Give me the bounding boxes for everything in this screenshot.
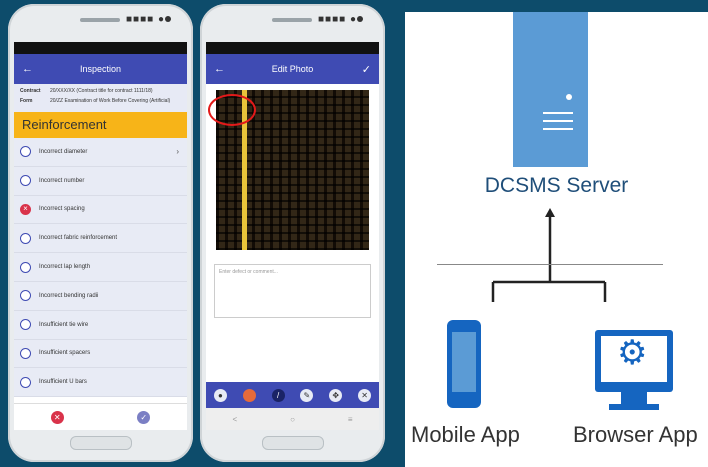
checklist-item[interactable]: Insufficient U bars xyxy=(14,368,187,398)
radio-icon[interactable] xyxy=(20,232,31,244)
checklist-item[interactable]: Insufficient tie wire xyxy=(14,310,187,340)
android-nav-bar: < ○ ≡ xyxy=(206,408,379,430)
home-button[interactable] xyxy=(70,436,132,450)
checklist-item-label: Insufficient U bars xyxy=(39,379,87,386)
info-key: Contract xyxy=(20,88,41,94)
divider-line xyxy=(437,264,663,265)
radio-icon[interactable] xyxy=(20,347,31,359)
back-arrow-icon[interactable]: ← xyxy=(22,63,33,75)
phone-inspection: ■■■■ ●● ← Inspection Contract 20/XXX/XX … xyxy=(8,4,193,462)
radio-icon[interactable] xyxy=(20,175,31,187)
connector-lines xyxy=(491,208,607,302)
radio-icon[interactable] xyxy=(20,290,31,302)
tool-close-icon[interactable]: ✕ xyxy=(358,388,372,402)
annotation-circle xyxy=(208,94,256,126)
checklist-item[interactable]: Incorrect diameter › xyxy=(14,138,187,167)
status-bar xyxy=(14,42,187,54)
home-nav-icon[interactable]: ○ xyxy=(290,415,295,424)
site-photo[interactable] xyxy=(208,90,369,250)
checklist-item-label: Incorrect number xyxy=(39,177,85,184)
tool-line-icon[interactable]: / xyxy=(271,388,285,402)
radio-icon[interactable] xyxy=(20,261,31,273)
home-button[interactable] xyxy=(262,436,324,450)
checklist-item[interactable]: Incorrect bending radii xyxy=(14,281,187,311)
info-value: 20/ZZ Examination of Work Before Coverin… xyxy=(50,98,171,104)
check-icon[interactable]: ✓ xyxy=(362,63,371,76)
checklist-item-label: Insufficient tie wire xyxy=(39,321,89,328)
back-nav-icon[interactable]: < xyxy=(232,415,237,424)
browser-monitor-icon: ⚙ xyxy=(595,330,673,392)
browser-app-label: Browser App xyxy=(573,422,698,447)
tool-dot-icon[interactable]: ● xyxy=(213,388,227,402)
checklist-item-label: Incorrect diameter xyxy=(39,148,88,155)
radio-icon[interactable] xyxy=(20,146,31,158)
app-bar: ← Inspection xyxy=(14,54,187,84)
fail-x-icon[interactable]: × xyxy=(20,203,31,215)
checklist: Incorrect diameter › Incorrect number × Inco… xyxy=(14,138,187,398)
checklist-item[interactable]: Incorrect number xyxy=(14,166,187,196)
radio-icon[interactable] xyxy=(20,376,31,388)
checklist-item-label: Incorrect spacing xyxy=(39,206,85,213)
edit-toolbar: ● ● / ✎ ✥ ✕ xyxy=(206,382,379,408)
phone-edit-photo: ■■■■ ●● ← Edit Photo ✓ Enter defect or c… xyxy=(200,4,385,462)
checklist-item-label: Incorrect lap length xyxy=(39,264,91,271)
info-value: 20/XXX/XX (Contract title for contract 1… xyxy=(50,88,153,94)
checklist-item[interactable]: Incorrect fabric reinforcement xyxy=(14,224,187,254)
contract-info: Contract 20/XXX/XX (Contract title for c… xyxy=(14,84,187,112)
monitor-stand xyxy=(621,392,647,404)
screen-title: Inspection xyxy=(79,64,122,74)
bottom-action-bar: ✕ ✓ xyxy=(14,403,187,430)
comment-input[interactable]: Enter defect or comment... xyxy=(214,264,371,318)
edit-photo-screen: ← Edit Photo ✓ Enter defect or comment..… xyxy=(206,42,379,430)
checklist-item-label: Incorrect bending radii xyxy=(39,292,99,299)
screen-title: Edit Photo xyxy=(271,64,314,74)
checklist-item[interactable]: Insufficient spacers xyxy=(14,339,187,369)
mobile-screen xyxy=(452,332,476,392)
back-arrow-icon[interactable]: ← xyxy=(214,63,225,75)
inspection-screen: ← Inspection Contract 20/XXX/XX (Contrac… xyxy=(14,42,187,430)
info-row: Contract 20/XXX/XX (Contract title for c… xyxy=(20,88,181,95)
architecture-diagram: DCSMS Server ⚙ Mobile App Browser App xyxy=(405,12,708,467)
radio-icon[interactable] xyxy=(20,319,31,331)
checklist-item[interactable]: × Incorrect spacing xyxy=(14,195,187,225)
info-row: Form 20/ZZ Examination of Work Before Co… xyxy=(20,98,181,105)
checklist-item-label: Incorrect fabric reinforcement xyxy=(39,235,118,242)
chevron-right-icon[interactable]: › xyxy=(176,147,179,156)
mobile-app-label: Mobile App xyxy=(411,422,520,447)
app-bar: ← Edit Photo ✓ xyxy=(206,54,379,84)
mobile-phone-icon xyxy=(447,320,481,408)
gear-icon: ⚙ xyxy=(617,334,648,372)
tool-pencil-icon[interactable]: ✎ xyxy=(300,388,314,402)
camera-dot xyxy=(165,16,171,22)
arrowhead-icon xyxy=(545,208,555,217)
tool-move-icon[interactable]: ✥ xyxy=(329,388,343,402)
checklist-item-label: Insufficient spacers xyxy=(39,350,91,357)
monitor-base xyxy=(609,404,659,410)
camera-dot xyxy=(357,16,363,22)
info-key: Form xyxy=(20,98,33,104)
speaker xyxy=(272,18,312,22)
speaker xyxy=(80,18,120,22)
checklist-item[interactable]: Incorrect lap length xyxy=(14,253,187,282)
cancel-button[interactable]: ✕ xyxy=(50,410,64,424)
tool-color-icon[interactable]: ● xyxy=(242,388,256,402)
menu-nav-icon[interactable]: ≡ xyxy=(348,415,353,424)
section-header: Reinforcement xyxy=(14,112,187,138)
confirm-button[interactable]: ✓ xyxy=(137,410,151,424)
status-bar xyxy=(206,42,379,54)
